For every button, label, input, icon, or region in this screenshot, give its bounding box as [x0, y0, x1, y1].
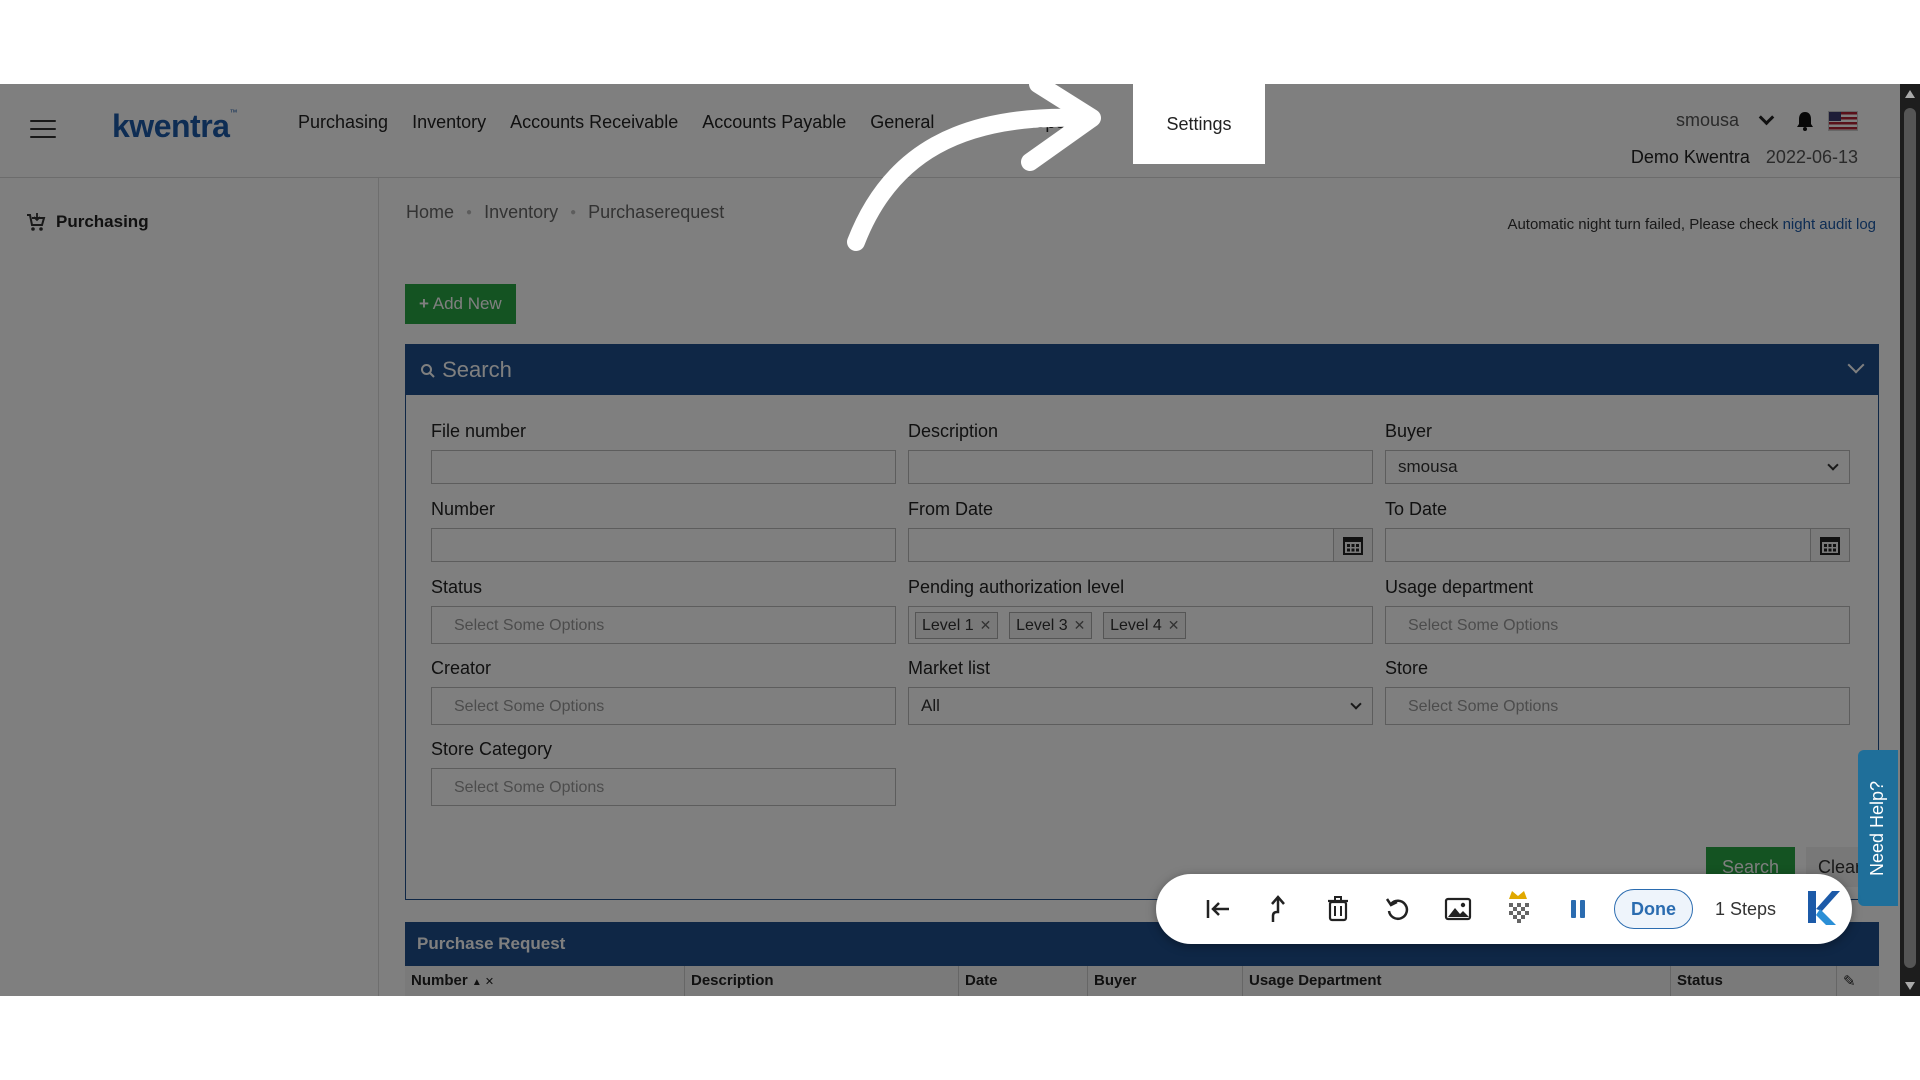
col-description[interactable]: Description [685, 966, 959, 996]
search-panel: Search File number Description Buyer smo… [405, 344, 1879, 900]
remove-tag-icon[interactable]: ✕ [980, 617, 992, 633]
tag-level-3: Level 3 ✕ [1009, 612, 1093, 639]
logo[interactable]: kwentra™ [112, 108, 237, 145]
nav-inventory[interactable]: Inventory [400, 110, 498, 134]
chevron-down-icon [1350, 698, 1362, 710]
store-field: Store Select Some Options [1385, 658, 1850, 725]
cart-icon [27, 213, 46, 231]
nav-purchasing[interactable]: Purchasing [286, 110, 400, 134]
username[interactable]: smousa [1676, 110, 1739, 131]
market-list-select[interactable]: All [908, 687, 1373, 725]
tag-level-1: Level 1 ✕ [915, 612, 999, 639]
sidebar: Purchasing [0, 178, 379, 996]
usage-department-multiselect[interactable]: Select Some Options [1385, 606, 1850, 644]
app-frame: kwentra™ Purchasing Inventory Accounts R… [0, 84, 1920, 996]
number-field: Number [431, 499, 896, 562]
step-back-icon[interactable] [1188, 887, 1248, 931]
store-multiselect[interactable]: Select Some Options [1385, 687, 1850, 725]
market-list-field: Market list All [908, 658, 1373, 725]
to-date-input[interactable] [1385, 528, 1850, 562]
night-audit-link[interactable]: night audit log [1783, 216, 1876, 233]
status-field: Status Select Some Options [431, 577, 896, 644]
night-audit-alert: Automatic night turn failed, Please chec… [1507, 216, 1876, 233]
breadcrumb-current: Purchaserequest [588, 202, 725, 222]
col-buyer[interactable]: Buyer [1088, 966, 1243, 996]
done-button[interactable]: Done [1614, 889, 1693, 929]
chevron-down-icon [1827, 459, 1839, 471]
trash-icon[interactable] [1308, 887, 1368, 931]
file-number-input[interactable] [431, 450, 896, 484]
sidebar-item-purchasing[interactable]: Purchasing [26, 212, 149, 232]
number-input[interactable] [431, 528, 896, 562]
remove-tag-icon[interactable]: ✕ [1168, 617, 1180, 633]
breadcrumb: Home ● Inventory ● Purchaserequest [406, 202, 725, 223]
breadcrumb-home[interactable]: Home [406, 202, 454, 223]
col-number[interactable]: Number ▲ ✕ [405, 966, 685, 996]
remove-tag-icon[interactable]: ✕ [1074, 617, 1086, 633]
search-panel-header[interactable]: Search [406, 345, 1878, 395]
nav-settings-highlight[interactable]: Settings [1133, 84, 1265, 164]
pending-level-field: Pending authorization level Level 1 ✕ Lev… [908, 577, 1373, 644]
usage-department-field: Usage department Select Some Options [1385, 577, 1850, 644]
col-usage-department[interactable]: Usage Department [1243, 966, 1671, 996]
store-category-multiselect[interactable]: Select Some Options [431, 768, 896, 806]
buyer-select[interactable]: smousa [1385, 450, 1850, 484]
status-multiselect[interactable]: Select Some Options [431, 606, 896, 644]
kwentra-k-icon[interactable] [1802, 887, 1841, 932]
clear-sort-icon[interactable]: ✕ [482, 976, 494, 988]
pencil-icon[interactable]: ✎ [1837, 966, 1879, 996]
blur-crown-icon[interactable] [1488, 887, 1548, 931]
bell-icon[interactable] [1796, 111, 1814, 131]
collapse-chevron-icon[interactable] [1847, 356, 1865, 374]
pending-level-multiselect[interactable]: Level 1 ✕ Level 3 ✕ Level 4 ✕ [908, 606, 1373, 644]
business-date: 2022-06-13 [1765, 147, 1858, 167]
pointer-arrow-icon [847, 84, 1101, 251]
undo-icon[interactable] [1368, 887, 1428, 931]
menu-icon[interactable] [30, 120, 56, 138]
tag-level-4: Level 4 ✕ [1103, 612, 1187, 639]
store-category-field: Store Category Select Some Options [431, 739, 896, 806]
breadcrumb-inventory[interactable]: Inventory [484, 202, 558, 223]
description-field: Description [908, 421, 1373, 484]
company-info: Demo Kwentra 2022-06-13 [1631, 147, 1858, 168]
file-number-field: File number [431, 421, 896, 484]
image-icon[interactable] [1428, 887, 1488, 931]
us-flag-icon[interactable] [1828, 110, 1858, 131]
search-icon [421, 364, 435, 378]
col-date[interactable]: Date [959, 966, 1088, 996]
sidebar-item-label: Purchasing [56, 212, 149, 231]
description-input[interactable] [908, 450, 1373, 484]
pause-icon[interactable] [1548, 887, 1608, 931]
recorder-toolbar: Done 1 Steps [1156, 874, 1852, 944]
col-status[interactable]: Status [1671, 966, 1837, 996]
creator-field: Creator Select Some Options [431, 658, 896, 725]
add-new-button[interactable]: + Add New [405, 284, 516, 324]
from-date-input[interactable] [908, 528, 1373, 562]
company-name: Demo Kwentra [1630, 147, 1750, 167]
upload-arrow-icon[interactable] [1248, 887, 1308, 931]
need-help-tab[interactable]: Need Help? [1858, 750, 1898, 906]
step-count: 1 Steps [1715, 898, 1777, 919]
from-date-field: From Date [908, 499, 1373, 562]
creator-multiselect[interactable]: Select Some Options [431, 687, 896, 725]
to-date-field: To Date [1385, 499, 1850, 562]
plus-icon: + [419, 294, 429, 313]
nav-accounts-receivable[interactable]: Accounts Receivable [498, 110, 690, 134]
user-area: smousa [1676, 109, 1858, 131]
sort-asc-icon[interactable]: ▲ [472, 977, 482, 988]
chevron-down-icon[interactable] [1758, 109, 1775, 126]
calendar-icon[interactable] [1810, 529, 1849, 561]
page-scrollbar[interactable] [1900, 84, 1920, 996]
calendar-icon[interactable] [1333, 529, 1372, 561]
buyer-field: Buyer smousa [1385, 421, 1850, 484]
table-header-row: Number ▲ ✕ Description Date Buyer Usage … [405, 966, 1879, 996]
